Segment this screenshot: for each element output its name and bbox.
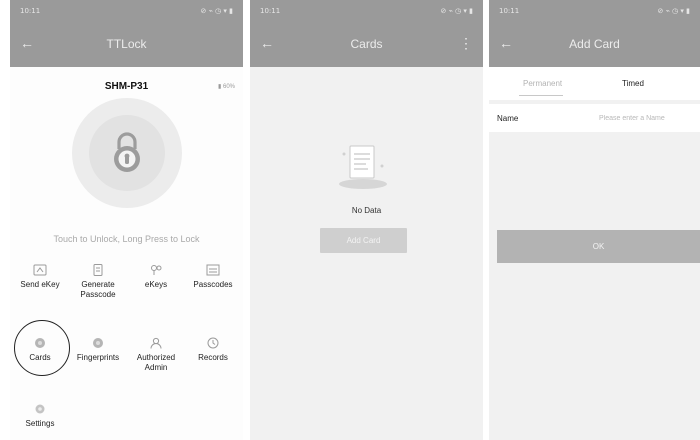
status-icons: ⊘ ⌁ ◷ ▾ ▮ — [657, 7, 690, 15]
menu-label: Records — [198, 353, 228, 362]
status-time: 10:11 — [260, 7, 281, 15]
add-card-button[interactable]: Add Card — [320, 228, 407, 253]
status-icons: ⊘ ⌁ ◷ ▾ ▮ — [200, 7, 233, 15]
menu-authorized-admin[interactable]: Authorized Admin — [127, 337, 185, 373]
menu-send-ekey[interactable]: Send eKey — [11, 264, 69, 290]
more-vertical-icon[interactable]: ⋮ — [459, 35, 473, 52]
name-input[interactable] — [599, 111, 700, 125]
app-bar: ← TTLock — [10, 22, 243, 67]
app-title: Add Card — [569, 37, 620, 51]
status-bar: 10:11 ⊘ ⌁ ◷ ▾ ▮ — [489, 0, 700, 22]
lock-main-screen: 10:11 ⊘ ⌁ ◷ ▾ ▮ ← TTLock SHM-P31 ▮ 60% T… — [10, 0, 243, 440]
tab-timed[interactable]: Timed — [622, 79, 644, 88]
status-bar: 10:11 ⊘ ⌁ ◷ ▾ ▮ — [250, 0, 483, 22]
menu-fingerprints[interactable]: Fingerprints — [69, 337, 127, 363]
menu-ekeys[interactable]: eKeys — [127, 264, 185, 290]
card-type-tabs: Permanent Timed — [489, 67, 700, 100]
ok-button[interactable]: OK — [497, 230, 700, 263]
menu-settings[interactable]: Settings — [11, 403, 69, 429]
lock-name: SHM-P31 — [104, 81, 149, 92]
records-icon — [207, 337, 219, 349]
touch-hint: Touch to Unlock, Long Press to Lock — [53, 234, 200, 244]
unlock-button[interactable] — [72, 98, 182, 208]
add-card-screen: 10:11 ⊘ ⌁ ◷ ▾ ▮ ← Add Card Permanent Tim… — [489, 0, 700, 440]
app-title: TTLock — [106, 37, 147, 51]
ekey-send-icon — [33, 264, 47, 276]
menu-label: Fingerprints — [76, 353, 120, 362]
menu-records[interactable]: Records — [184, 337, 242, 363]
cards-screen: 10:11 ⊘ ⌁ ◷ ▾ ▮ ← Cards ⋮ No Data Add Ca… — [250, 0, 483, 440]
status-bar: 10:11 ⊘ ⌁ ◷ ▾ ▮ — [10, 0, 243, 22]
menu-label: eKeys — [144, 280, 168, 289]
passcodes-icon — [206, 264, 220, 276]
menu-label: Generate Passcode — [80, 280, 116, 299]
battery-indicator: ▮ 60% — [218, 84, 235, 90]
highlight-circle — [14, 320, 70, 376]
admin-icon — [150, 337, 162, 349]
app-bar: ← Add Card — [489, 22, 700, 67]
generate-passcode-icon — [93, 264, 103, 276]
name-label: Name — [497, 114, 519, 123]
settings-icon — [35, 404, 45, 414]
tab-permanent[interactable]: Permanent — [523, 79, 562, 88]
menu-generate-passcode[interactable]: Generate Passcode — [69, 264, 127, 300]
tab-indicator — [519, 95, 563, 96]
status-time: 10:11 — [499, 7, 520, 15]
empty-state-text: No Data — [351, 206, 382, 215]
status-time: 10:11 — [20, 7, 41, 15]
app-title: Cards — [350, 37, 383, 51]
unlock-button-inner — [89, 115, 165, 191]
padlock-icon — [114, 132, 140, 172]
menu-label: Send eKey — [20, 280, 60, 289]
menu-label: Passcodes — [193, 280, 233, 289]
menu-passcodes[interactable]: Passcodes — [184, 264, 242, 290]
fingerprint-icon — [93, 338, 103, 348]
ekeys-icon — [151, 265, 162, 275]
empty-document-illustration — [339, 145, 387, 189]
name-row: Name — [489, 104, 700, 132]
app-bar: ← Cards ⋮ — [250, 22, 483, 67]
status-icons: ⊘ ⌁ ◷ ▾ ▮ — [440, 7, 473, 15]
menu-label: Authorized Admin — [136, 353, 176, 372]
menu-label: Settings — [25, 419, 55, 428]
